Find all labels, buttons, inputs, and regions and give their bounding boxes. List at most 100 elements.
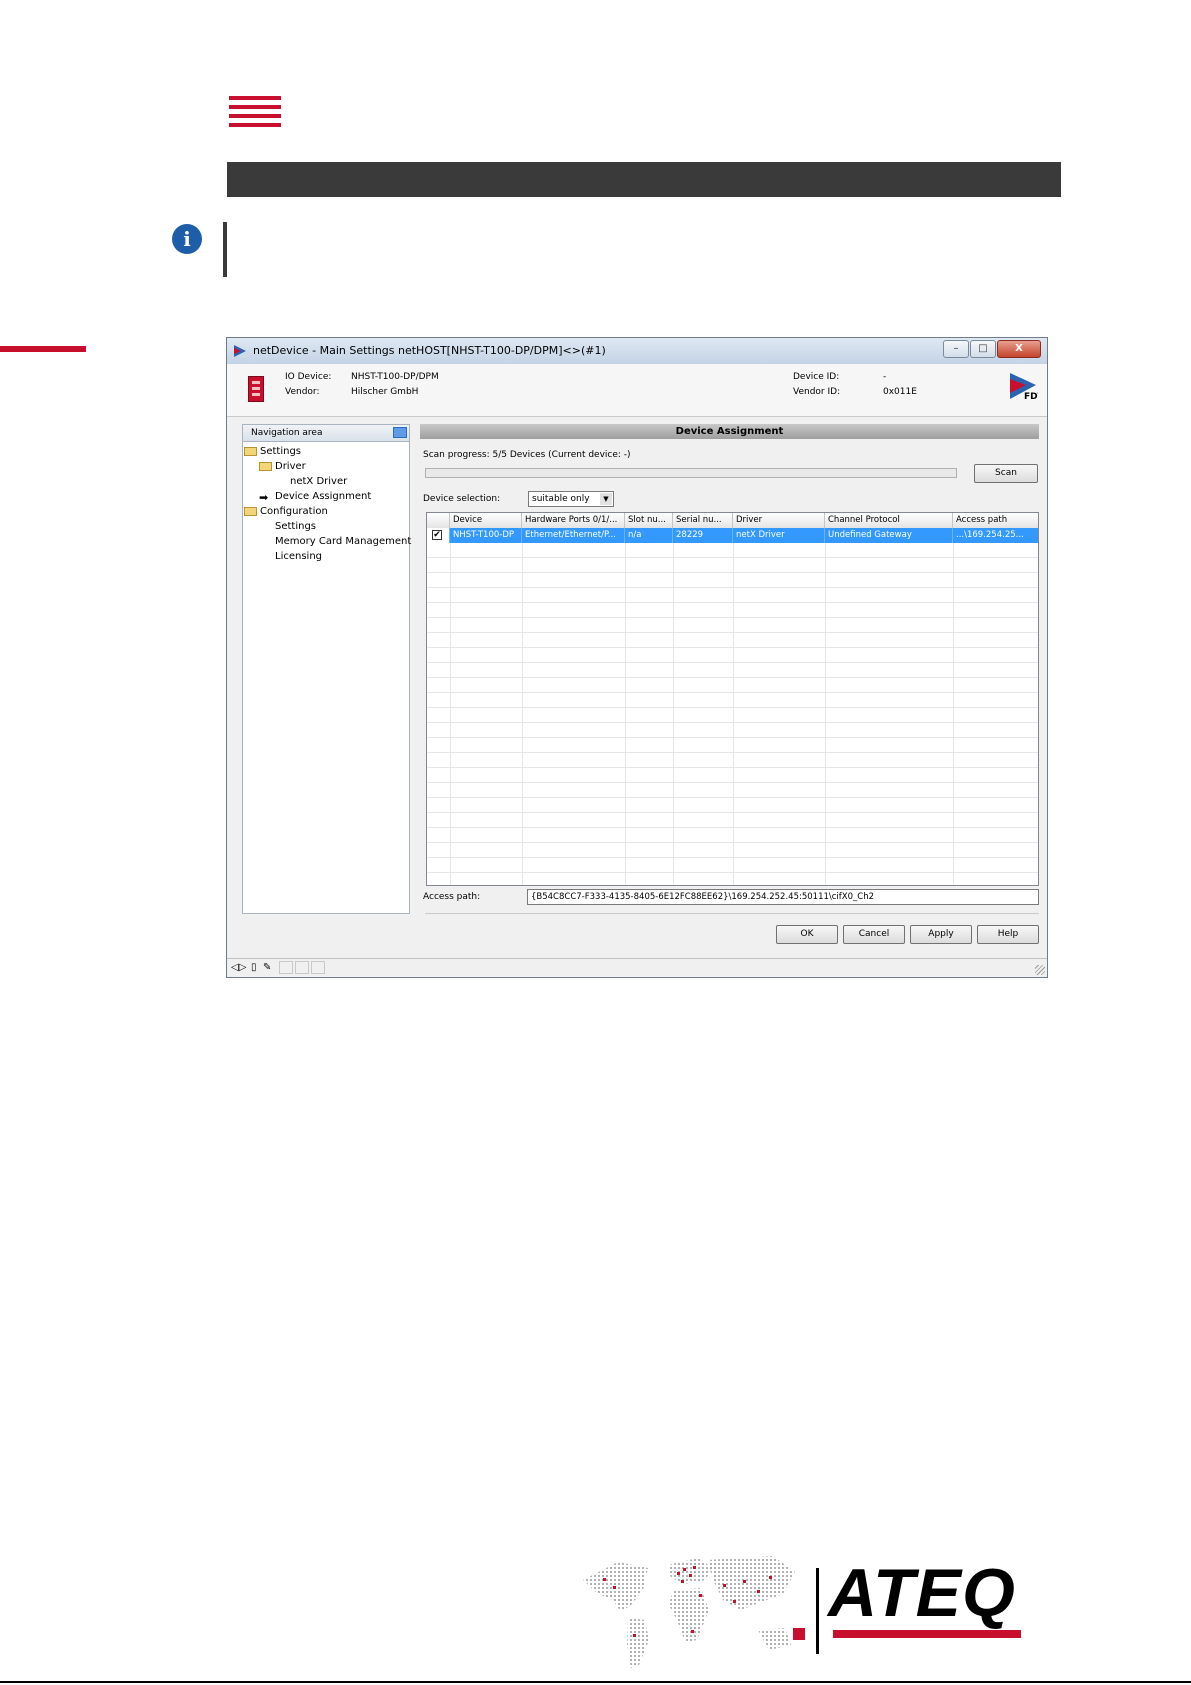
cell-channel-protocol: Undefined Gateway: [825, 528, 953, 543]
vendor-label: Vendor:: [285, 387, 320, 397]
folder-icon: [244, 507, 257, 516]
window-title: netDevice - Main Settings netHOST[NHST-T…: [253, 344, 606, 357]
device-id-label: Device ID:: [793, 372, 840, 382]
logo-dot: [793, 1628, 805, 1640]
status-cell: [311, 961, 325, 974]
cell-access-path: ...\169.254.25...: [953, 528, 1038, 543]
section-header-bar: [227, 162, 1061, 197]
nav-item-label: Settings: [275, 521, 317, 532]
app-icon: [234, 345, 246, 357]
window-titlebar[interactable]: netDevice - Main Settings netHOST[NHST-T…: [227, 338, 1047, 364]
device-selection-label: Device selection:: [423, 494, 501, 504]
column-header-access-path[interactable]: Access path: [953, 513, 1038, 528]
nav-item-label: Driver: [275, 461, 306, 472]
cell-serial: 28229: [673, 528, 733, 543]
grid-line: [825, 543, 826, 885]
device-id-value: -: [883, 372, 887, 382]
nav-item-config-settings[interactable]: Settings: [243, 519, 409, 534]
folder-icon: [244, 447, 257, 456]
logo-underline: [833, 1630, 1021, 1638]
grid-line: [953, 543, 954, 885]
folder-icon: [259, 462, 272, 471]
row-check-cell[interactable]: ✔: [427, 528, 450, 543]
maximize-button[interactable]: □: [970, 340, 996, 358]
menu-icon: [229, 96, 281, 136]
nav-item-label: Device Assignment: [275, 491, 372, 502]
cylinder-icon[interactable]: ▯: [251, 962, 257, 973]
table-row[interactable]: ✔ NHST-T100-DP Ethernet/Ethernet/P... n/…: [427, 528, 1038, 543]
device-selection-value: suitable only: [532, 494, 590, 504]
nav-item-label: Memory Card Management: [275, 536, 412, 547]
status-cell: [295, 961, 309, 974]
minimize-button[interactable]: –: [943, 340, 969, 358]
nav-item-label: Licensing: [275, 551, 323, 562]
apply-button[interactable]: Apply: [910, 925, 972, 944]
column-header-check[interactable]: [427, 513, 450, 528]
nav-item-driver[interactable]: Driver: [243, 459, 409, 474]
io-device-value: NHST-T100-DP/DPM: [351, 372, 439, 382]
navigation-header: Navigation area: [243, 425, 409, 442]
world-map-icon: [583, 1556, 795, 1668]
device-table: Device Hardware Ports 0/1/... Slot nu...…: [426, 512, 1039, 886]
table-header: Device Hardware Ports 0/1/... Slot nu...…: [427, 513, 1038, 529]
divider: [425, 913, 1039, 914]
nav-item-label: netX Driver: [290, 476, 348, 487]
nav-item-configuration[interactable]: Configuration: [243, 504, 409, 519]
column-header-device[interactable]: Device: [450, 513, 522, 528]
navigation-header-label: Navigation area: [251, 428, 323, 438]
nav-item-netx-driver[interactable]: netX Driver: [243, 474, 409, 489]
cell-driver: netX Driver: [733, 528, 825, 543]
column-header-hardware-ports[interactable]: Hardware Ports 0/1/...: [522, 513, 625, 528]
info-note-divider: [223, 222, 227, 277]
info-icon: i: [172, 224, 202, 254]
ok-button[interactable]: OK: [776, 925, 838, 944]
access-path-field[interactable]: {B54C8CC7-F333-4135-8405-6E12FC88EE62}\1…: [527, 889, 1039, 905]
vendor-id-label: Vendor ID:: [793, 387, 841, 397]
fdt-logo: FDT: [1010, 373, 1038, 401]
margin-marker: [0, 346, 86, 352]
column-header-serial[interactable]: Serial nu...: [673, 513, 733, 528]
nav-item-settings[interactable]: Settings: [243, 444, 409, 459]
navigation-toggle-icon[interactable]: [393, 427, 407, 438]
scan-progress-text: Scan progress: 5/5 Devices (Current devi…: [423, 450, 631, 460]
navigation-panel: Navigation area Settings Driver netX Dri…: [242, 424, 412, 914]
netdevice-window: netDevice - Main Settings netHOST[NHST-T…: [226, 337, 1048, 978]
vendor-id-value: 0x011E: [883, 387, 917, 397]
device-selection-dropdown[interactable]: suitable only ▼: [528, 491, 614, 507]
nav-item-memory-card-management[interactable]: Memory Card Management: [243, 534, 412, 549]
pencil-icon[interactable]: ✎: [263, 962, 271, 973]
resize-grip-icon[interactable]: [1035, 965, 1045, 975]
cell-slot: n/a: [625, 528, 673, 543]
ateq-logo: ATEQ: [828, 1555, 1016, 1631]
nav-item-licensing[interactable]: Licensing: [243, 549, 409, 564]
window-controls: – □ X: [943, 340, 1041, 358]
grid-line: [450, 543, 451, 885]
cancel-button[interactable]: Cancel: [843, 925, 905, 944]
access-path-label: Access path:: [423, 892, 481, 902]
grid-line: [673, 543, 674, 885]
page-bottom-rule: [0, 1681, 1191, 1683]
cell-device: NHST-T100-DP: [450, 528, 522, 543]
vendor-value: Hilscher GmbH: [351, 387, 419, 397]
scan-progress-bar: [425, 468, 957, 478]
grid-line: [625, 543, 626, 885]
device-info-header: [227, 364, 1047, 417]
status-bar: ◁▷ ▯ ✎: [227, 958, 1047, 977]
column-header-slot[interactable]: Slot nu...: [625, 513, 673, 528]
column-header-channel-protocol[interactable]: Channel Protocol: [825, 513, 953, 528]
speaker-icon[interactable]: ◁▷: [231, 962, 246, 973]
close-button[interactable]: X: [997, 340, 1041, 358]
status-cell: [279, 961, 293, 974]
row-checkbox[interactable]: ✔: [432, 530, 442, 540]
column-header-driver[interactable]: Driver: [733, 513, 825, 528]
grid-line: [522, 543, 523, 885]
nav-item-device-assignment[interactable]: ➡ Device Assignment: [243, 489, 409, 504]
chevron-down-icon: ▼: [600, 493, 612, 505]
scan-button[interactable]: Scan: [974, 464, 1038, 483]
main-panel-title: Device Assignment: [420, 424, 1039, 439]
cell-hardware-ports: Ethernet/Ethernet/P...: [522, 528, 625, 543]
device-icon: [248, 376, 264, 402]
io-device-label: IO Device:: [285, 372, 332, 382]
help-button[interactable]: Help: [977, 925, 1039, 944]
nav-item-label: Settings: [260, 446, 302, 457]
